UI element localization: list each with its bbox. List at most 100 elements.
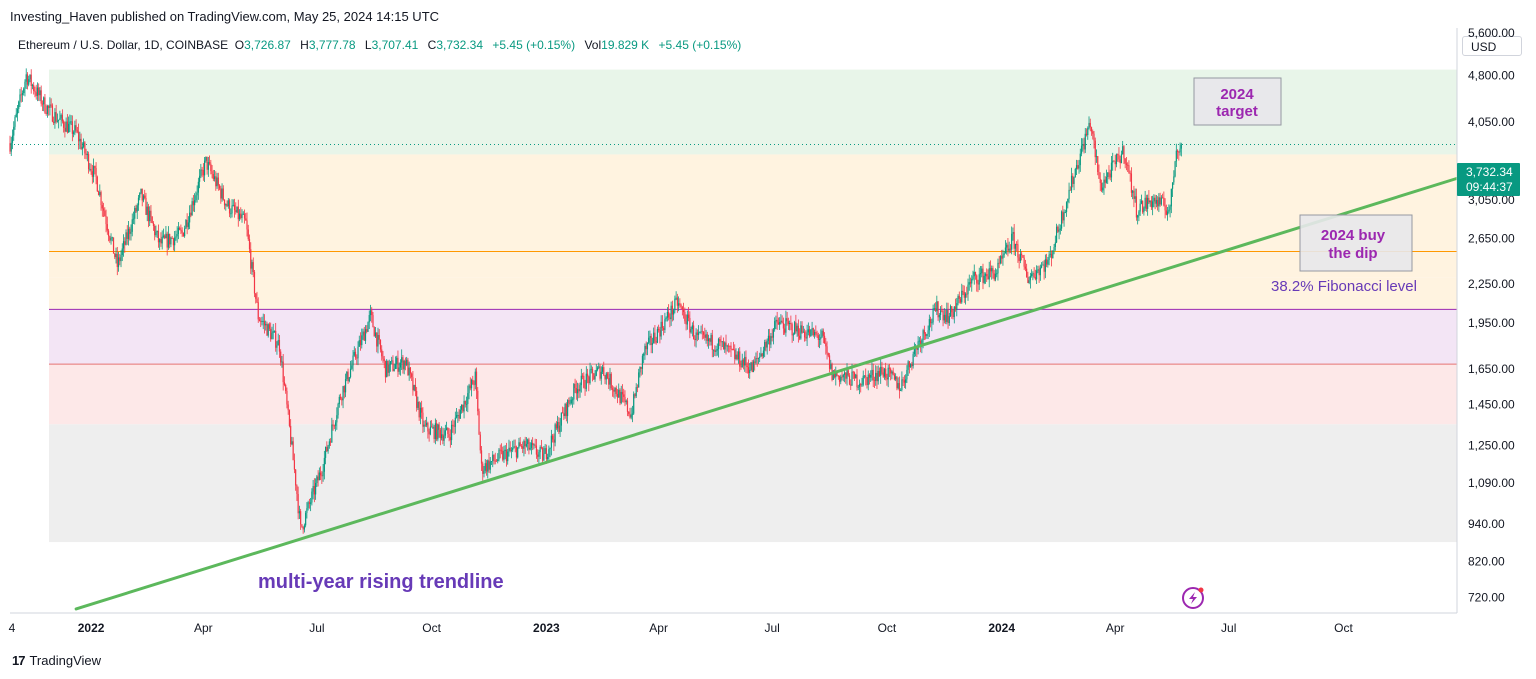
candle-body: [312, 486, 314, 492]
candle-body: [732, 349, 735, 351]
candle-body: [357, 346, 359, 359]
candle-body: [364, 329, 367, 341]
candle-body: [408, 367, 410, 376]
candle-body: [15, 113, 17, 118]
price-tick-label: 1,090.00: [1468, 476, 1515, 490]
candle-body: [792, 334, 794, 336]
candle-body: [776, 319, 778, 323]
candle-body: [729, 345, 731, 347]
candle-body: [787, 321, 789, 325]
candle-body: [658, 328, 660, 331]
candle-body: [1115, 154, 1118, 165]
candle-body: [943, 314, 945, 321]
lightning-icon[interactable]: [1182, 587, 1204, 609]
price-tick-label: 5,600.00: [1468, 26, 1515, 40]
candle-body: [586, 373, 589, 377]
candle-body: [352, 355, 354, 366]
candle-body: [100, 192, 102, 206]
candle-body: [107, 230, 110, 237]
candle-body: [974, 272, 977, 276]
candle-body: [621, 391, 624, 395]
buy-dip-annotation[interactable]: 2024 buy the dip: [1299, 214, 1413, 272]
candle-body: [132, 218, 135, 220]
candle-body: [604, 375, 606, 380]
candle-body: [547, 456, 549, 460]
candle-body: [932, 308, 934, 323]
candle-body: [422, 412, 424, 427]
candle-body: [116, 253, 118, 268]
candle-body: [973, 272, 975, 277]
candle-body: [1143, 208, 1145, 213]
candle-body: [925, 333, 927, 337]
candle-body: [971, 278, 973, 284]
candle-body: [686, 314, 688, 325]
candle-body: [1039, 267, 1041, 276]
candle-body: [1148, 197, 1150, 203]
candle-body: [1119, 159, 1121, 164]
candle-body: [912, 354, 914, 367]
candle-body: [524, 440, 526, 447]
candle-body: [670, 305, 672, 320]
candle-body: [856, 374, 858, 388]
candle-body: [534, 444, 536, 446]
fib-zone: [49, 309, 1457, 365]
candle-body: [837, 375, 839, 377]
candle-body: [731, 349, 733, 350]
candle-body: [493, 454, 495, 461]
candle-body: [719, 339, 721, 342]
candle-body: [288, 410, 291, 426]
candle-body: [457, 415, 459, 416]
candle-body: [139, 193, 141, 198]
candle-body: [1167, 211, 1169, 215]
candle-body: [820, 337, 822, 340]
candle-body: [434, 423, 436, 439]
candle-body: [863, 375, 866, 377]
candle-body: [207, 162, 209, 170]
candle-body: [1109, 173, 1111, 178]
candle-body: [821, 330, 823, 338]
candle-body: [255, 293, 257, 299]
candle-body: [1022, 255, 1024, 258]
candle-body: [727, 345, 730, 347]
candle-body: [327, 445, 329, 452]
candle-body: [482, 463, 484, 474]
price-chart[interactable]: 5,600.004,800.004,050.003,050.002,650.00…: [0, 0, 1536, 679]
candle-body: [532, 442, 534, 446]
candle-body: [286, 390, 288, 405]
candle-body: [749, 369, 751, 374]
candle-body: [65, 121, 67, 132]
candle-body: [852, 371, 854, 373]
candle-body: [1123, 146, 1125, 159]
candle-body: [74, 125, 76, 133]
candle-body: [258, 319, 261, 321]
candle-body: [89, 168, 91, 170]
candle-body: [403, 360, 405, 370]
candle-body: [633, 394, 635, 414]
candle-body: [157, 230, 160, 243]
price-tick-label: 2,250.00: [1468, 277, 1515, 291]
candle-body: [478, 411, 480, 435]
candle-body: [414, 385, 417, 392]
candle-body: [1049, 253, 1051, 255]
candle-body: [271, 332, 273, 340]
target-annotation[interactable]: 2024 target: [1193, 77, 1282, 126]
candle-body: [186, 220, 188, 227]
candle-body: [391, 360, 393, 362]
candle-body: [722, 341, 725, 350]
candle-body: [417, 401, 419, 408]
candle-body: [495, 460, 498, 462]
candle-body: [796, 325, 798, 332]
candle-body: [651, 342, 654, 346]
candle-body: [200, 169, 202, 176]
candle-body: [538, 452, 540, 457]
candle-body: [211, 171, 213, 175]
candle-body: [305, 512, 307, 526]
candle-body: [20, 94, 22, 96]
candle-body: [714, 349, 716, 352]
candle-body: [463, 400, 465, 412]
candle-body: [847, 370, 849, 376]
candle-body: [339, 396, 342, 399]
candle-body: [827, 353, 829, 356]
candle-body: [1099, 178, 1101, 183]
price-tick-label: 940.00: [1468, 517, 1505, 531]
